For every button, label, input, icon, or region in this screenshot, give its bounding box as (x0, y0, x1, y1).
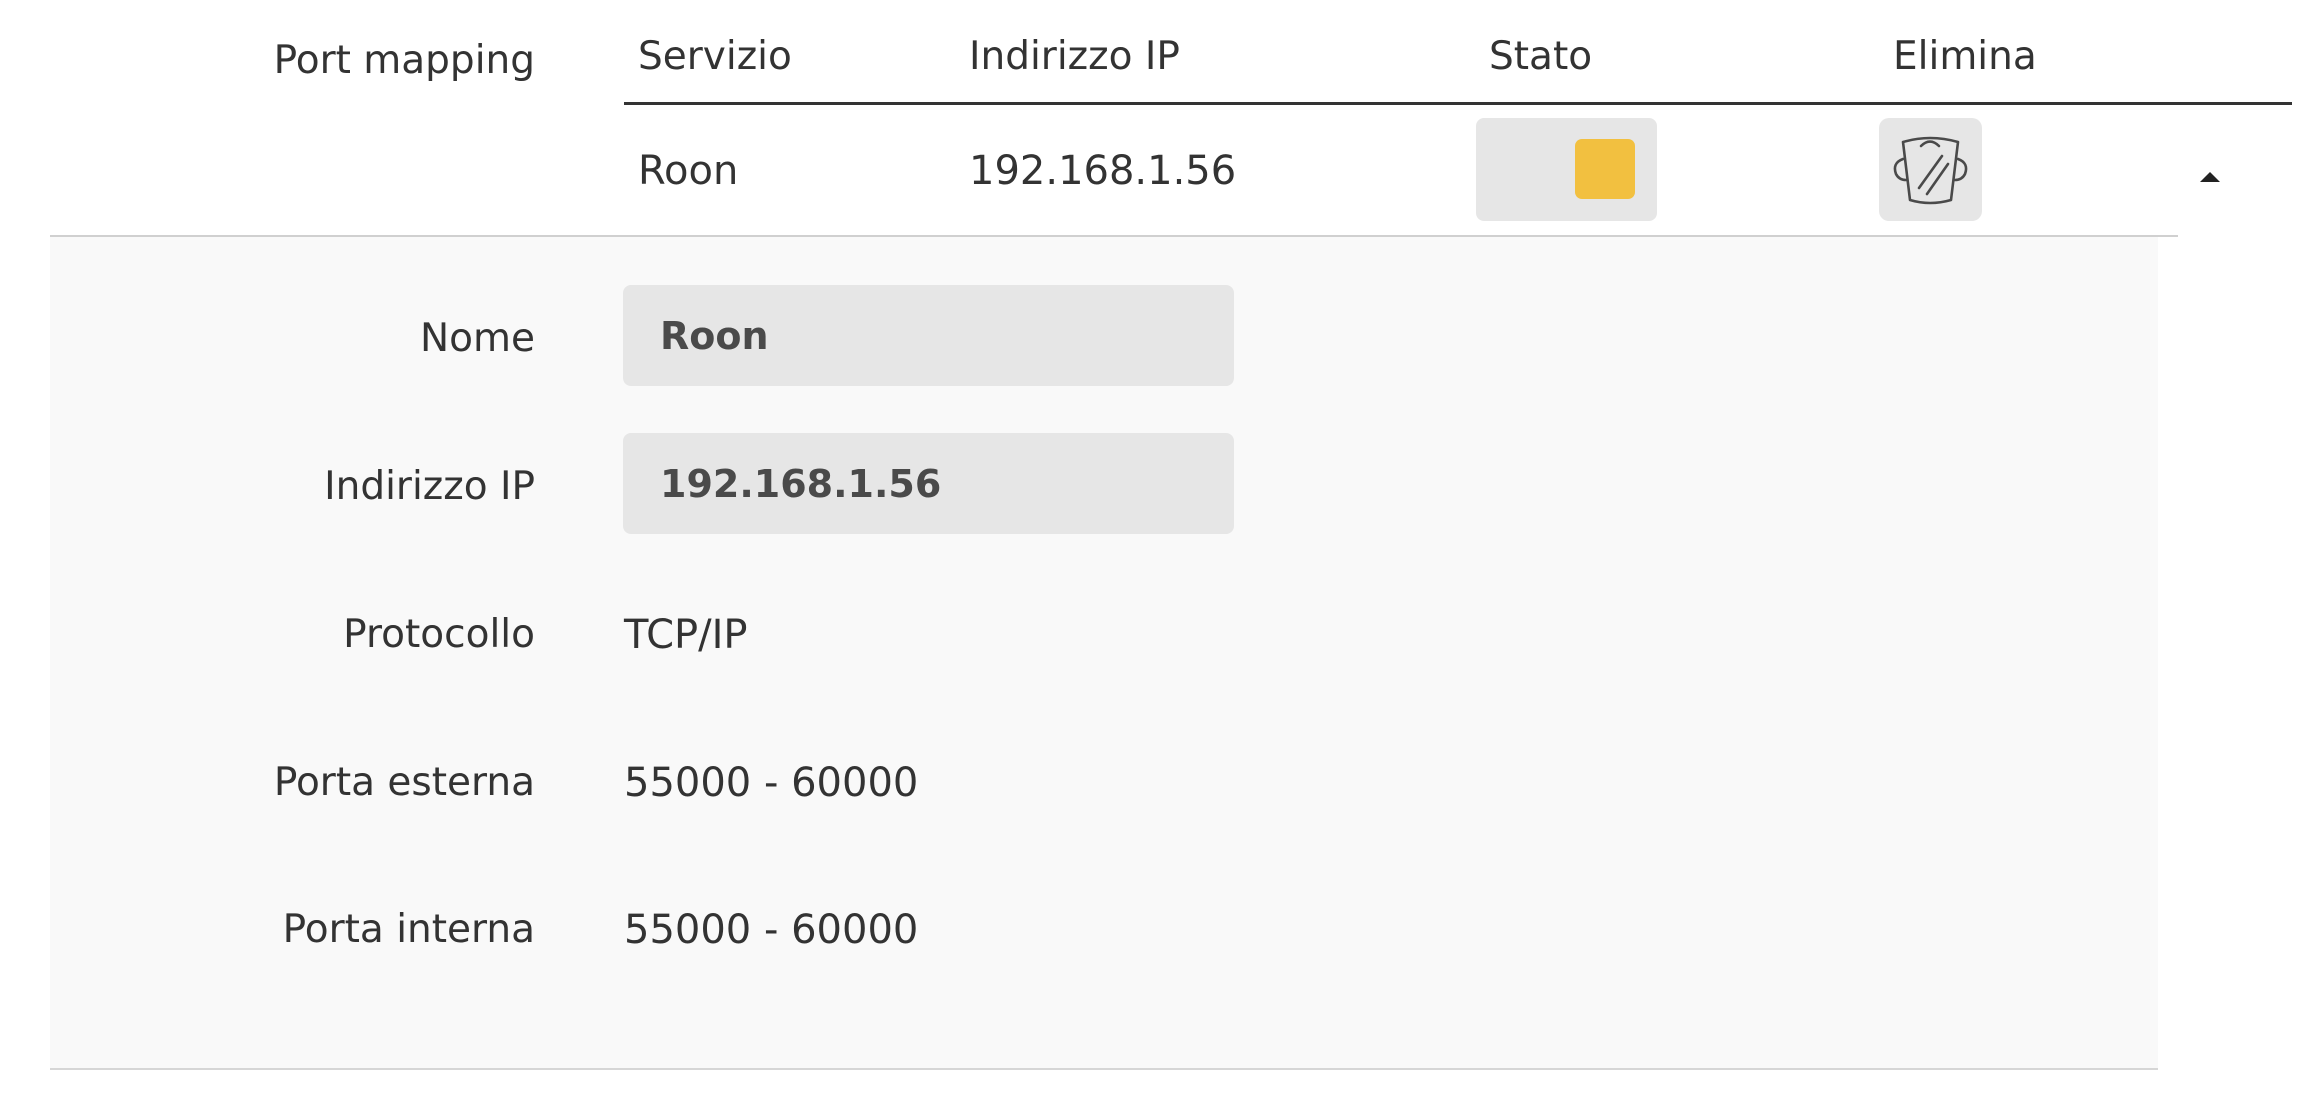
ip-address-label: Indirizzo IP (324, 464, 535, 509)
row-service-value: Roon (638, 148, 739, 194)
external-port-value: 55000 - 60000 (624, 760, 919, 806)
column-header-delete: Elimina (1893, 34, 2037, 79)
trash-icon (1893, 136, 1968, 205)
column-header-ip: Indirizzo IP (969, 34, 1180, 79)
column-header-service: Servizio (638, 34, 792, 79)
row-ip-value: 192.168.1.56 (969, 148, 1237, 194)
protocol-label: Protocollo (343, 612, 535, 657)
internal-port-value: 55000 - 60000 (624, 907, 919, 953)
collapse-row-button[interactable] (2195, 166, 2225, 186)
chevron-up-icon (2200, 172, 2220, 182)
external-port-label: Porta esterna (273, 760, 535, 805)
column-header-status: Stato (1489, 34, 1593, 79)
status-toggle[interactable] (1476, 118, 1657, 221)
ip-address-field[interactable] (623, 433, 1234, 534)
internal-port-label: Porta interna (282, 907, 535, 952)
status-toggle-knob (1575, 139, 1635, 199)
delete-button[interactable] (1879, 118, 1982, 221)
port-mapping-label: Port mapping (273, 38, 535, 83)
name-field[interactable] (623, 285, 1234, 386)
table-header: Servizio Indirizzo IP Stato Elimina (624, 34, 2292, 105)
protocol-value: TCP/IP (624, 612, 748, 658)
name-label: Nome (419, 316, 535, 361)
details-divider (50, 1068, 2158, 1070)
table-row: Roon 192.168.1.56 (0, 104, 2313, 234)
